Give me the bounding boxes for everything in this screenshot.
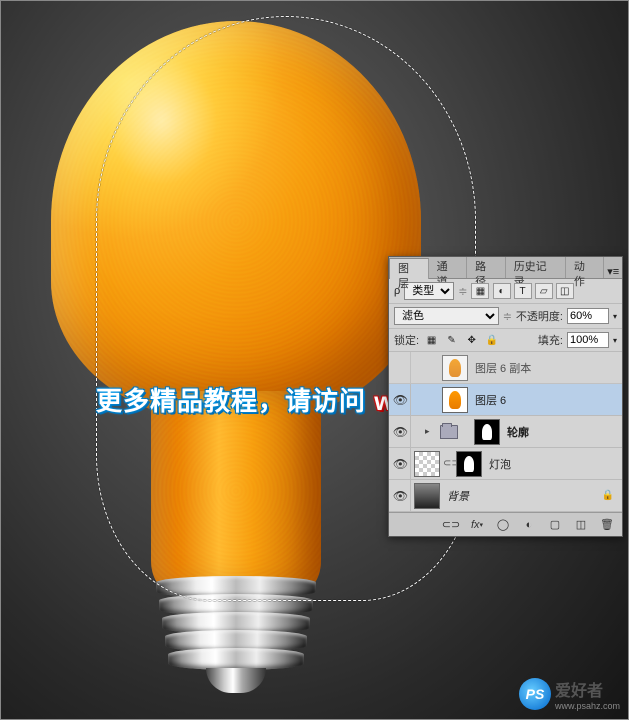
lock-pixels-icon[interactable]: ▦ (423, 333, 440, 348)
fill-label: 填充: (538, 332, 563, 348)
filter-image-icon[interactable]: ▦ (471, 283, 489, 299)
layer-name-label[interactable]: 图层 6 (475, 392, 620, 408)
logo-badge: PS (519, 678, 551, 710)
layer-row[interactable]: 👁 图层 6 (389, 384, 622, 416)
filter-type-row: ρ 类型 ≑ ▦ ◐ T ▱ ◫ (389, 279, 622, 304)
eye-icon: 👁 (393, 393, 408, 407)
tab-history[interactable]: 历史记录 (506, 257, 566, 278)
layer-name-label[interactable]: 灯泡 (489, 456, 620, 472)
tab-actions[interactable]: 动作 (566, 257, 605, 278)
artwork-lightbulb (51, 1, 441, 701)
visibility-toggle[interactable]: 👁 (391, 384, 411, 415)
layer-list: 图层 6 副本 👁 图层 6 👁 ▸ 轮廓 👁 ⊂⊃ (389, 352, 622, 512)
layer-mask-thumb[interactable] (474, 419, 500, 445)
logo-name: 爱好者 (555, 677, 620, 701)
bulb-socket (156, 576, 316, 696)
tab-channels[interactable]: 通道 (429, 257, 468, 278)
layer-name-label[interactable]: 轮廓 (507, 424, 620, 440)
filter-smart-icon[interactable]: ◫ (556, 283, 574, 299)
lock-icon: 🔒 (602, 490, 614, 501)
bulb-neck (151, 391, 321, 591)
tab-paths[interactable]: 路径 (467, 257, 506, 278)
opacity-label: 不透明度: (516, 308, 563, 324)
layer-thumb[interactable] (414, 483, 440, 509)
layer-name-label[interactable]: 图层 6 副本 (475, 360, 620, 376)
lock-position-icon[interactable]: ✥ (463, 333, 480, 348)
bulb-glass-orange (51, 21, 421, 421)
site-logo: PS 爱好者 www.psahz.com (519, 677, 620, 711)
tab-layers[interactable]: 图层 (389, 258, 429, 279)
filter-text-icon[interactable]: T (514, 283, 532, 299)
visibility-toggle[interactable] (391, 352, 411, 383)
layers-panel: 图层 通道 路径 历史记录 动作 ▾≡ ρ 类型 ≑ ▦ ◐ T ▱ ◫ 滤色 (388, 256, 623, 537)
watermark-text: 更多精品教程，请访问 (96, 386, 366, 416)
layer-mask-thumb[interactable] (456, 451, 482, 477)
filter-shape-icon[interactable]: ▱ (535, 283, 553, 299)
layer-thumb[interactable] (414, 451, 440, 477)
lock-row: 锁定: ▦ ✎ ✥ 🔒 填充: ▾ (389, 329, 622, 352)
layer-row[interactable]: 图层 6 副本 (389, 352, 622, 384)
eye-icon: 👁 (393, 425, 408, 439)
panel-tabs: 图层 通道 路径 历史记录 动作 ▾≡ (389, 257, 622, 279)
panel-footer: ⊂⊃ fx▾ ◯ ◐ ▢ ◫ 🗑 (389, 512, 622, 536)
folder-icon (440, 425, 458, 439)
layer-thumb[interactable] (442, 355, 468, 381)
disclosure-icon[interactable]: ▸ (425, 426, 437, 437)
layer-thumb[interactable] (442, 387, 468, 413)
logo-url: www.psahz.com (555, 701, 620, 711)
filter-type-icons: ▦ ◐ T ▱ ◫ (471, 283, 573, 299)
filter-adjust-icon[interactable]: ◐ (493, 283, 511, 299)
lock-icons: ▦ ✎ ✥ 🔒 (423, 333, 500, 348)
adjustment-button[interactable]: ◐ (520, 517, 538, 533)
link-layers-button[interactable]: ⊂⊃ (442, 517, 460, 533)
group-button[interactable]: ▢ (546, 517, 564, 533)
layer-row[interactable]: 👁 ⊂⊃ 灯泡 (389, 448, 622, 480)
filter-kind-select[interactable]: 类型 (404, 282, 454, 300)
visibility-toggle[interactable]: 👁 (391, 416, 411, 447)
canvas-area: 更多精品教程，请访问 www.240PS.com PS 爱好者 www.psah… (0, 0, 629, 720)
eye-icon: 👁 (393, 457, 408, 471)
link-icon: ⊂⊃ (443, 458, 453, 469)
blend-mode-select[interactable]: 滤色 (394, 307, 499, 325)
lock-all-icon[interactable]: 🔒 (483, 333, 500, 348)
eye-icon: 👁 (393, 489, 408, 503)
fill-input[interactable] (567, 332, 609, 348)
add-mask-button[interactable]: ◯ (494, 517, 512, 533)
layer-row[interactable]: 👁 ▸ 轮廓 (389, 416, 622, 448)
visibility-toggle[interactable]: 👁 (391, 448, 411, 479)
delete-button[interactable]: 🗑 (598, 517, 616, 533)
blend-mode-row: 滤色 ≑ 不透明度: ▾ (389, 304, 622, 329)
layer-row[interactable]: 👁 背景 🔒 (389, 480, 622, 512)
visibility-toggle[interactable]: 👁 (391, 480, 411, 511)
fx-button[interactable]: fx▾ (468, 517, 486, 533)
new-layer-button[interactable]: ◫ (572, 517, 590, 533)
layer-name-label[interactable]: 背景 (447, 488, 602, 504)
opacity-input[interactable] (567, 308, 609, 324)
panel-menu-icon[interactable]: ▾≡ (604, 262, 622, 278)
lock-label: 锁定: (394, 332, 419, 348)
lock-brush-icon[interactable]: ✎ (443, 333, 460, 348)
